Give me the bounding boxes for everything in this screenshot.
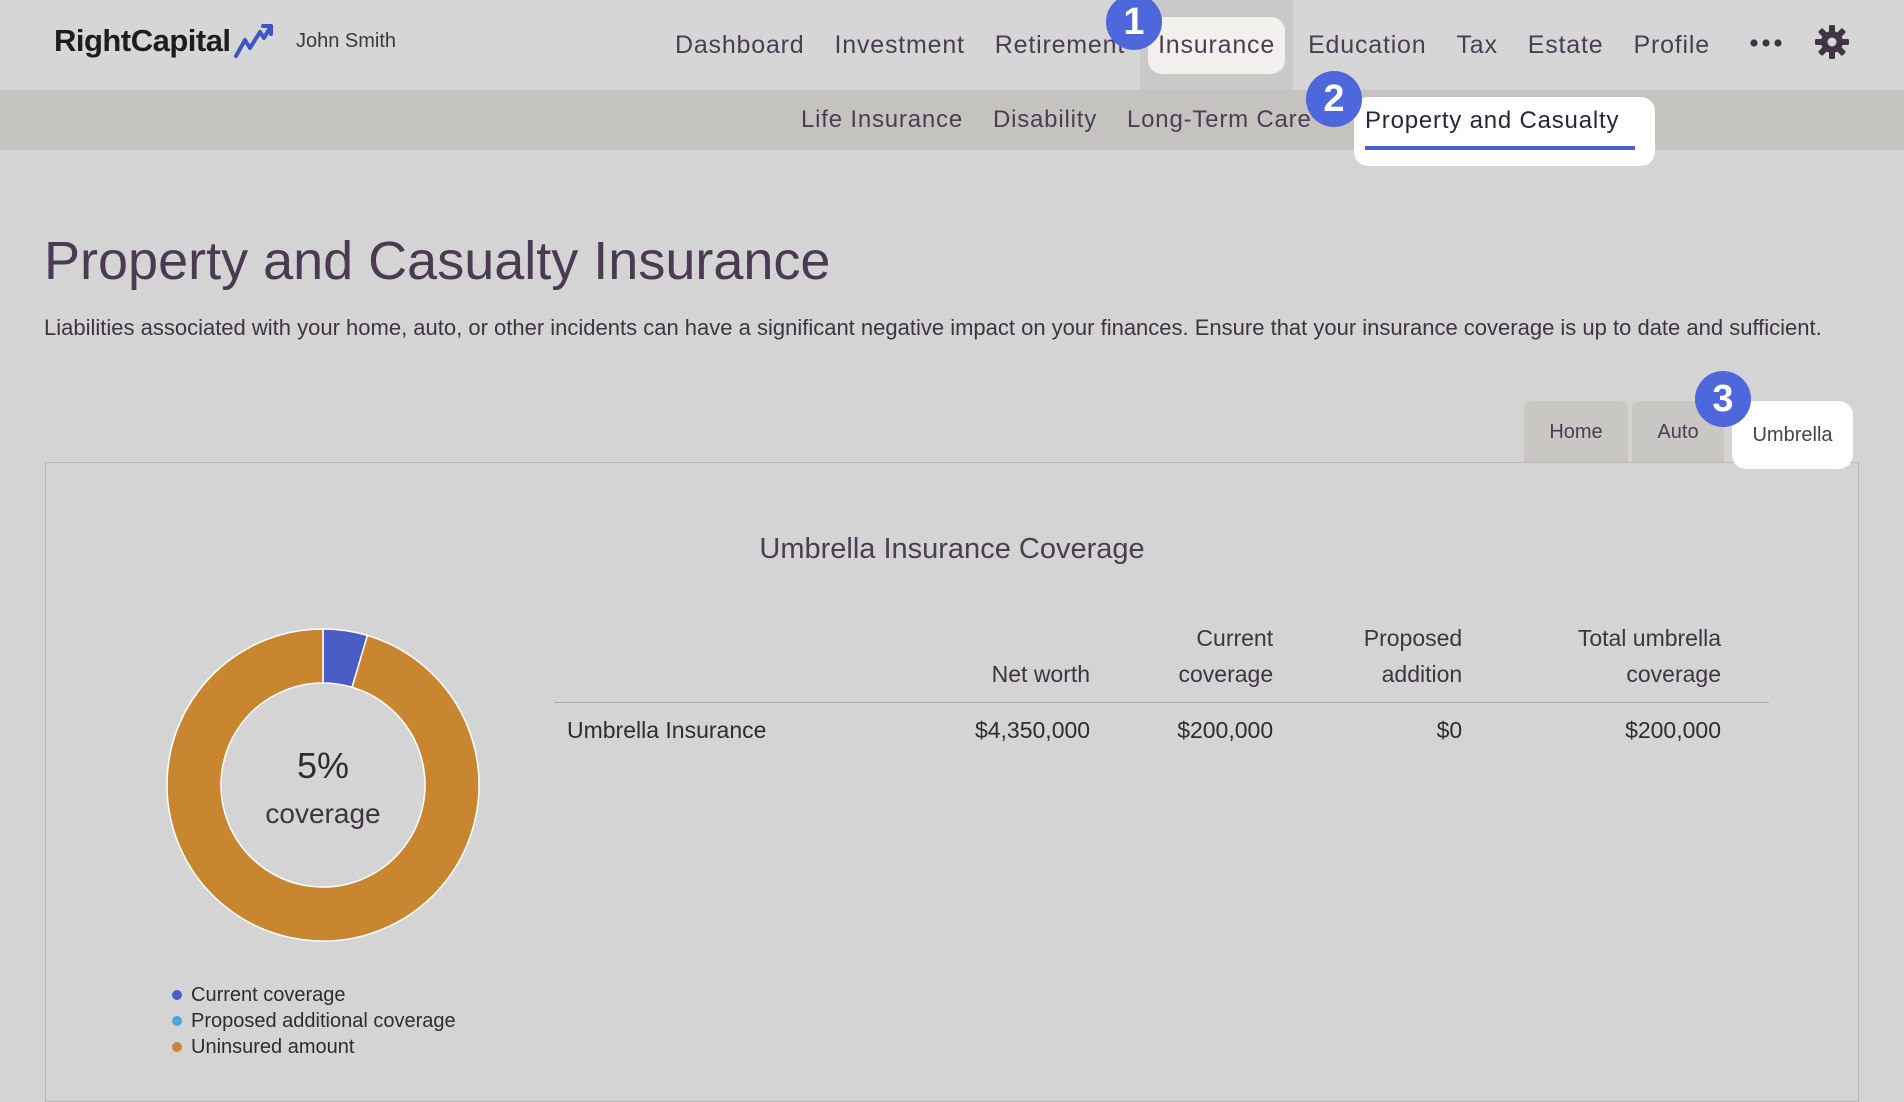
header-proposed-addition: Proposed addition — [1273, 620, 1463, 703]
nav-dashboard[interactable]: Dashboard — [660, 0, 820, 90]
legend-label: Uninsured amount — [191, 1036, 355, 1058]
subnav-property-casualty[interactable]: Property and Casualty — [1354, 97, 1655, 166]
legend-label: Proposed additional coverage — [191, 1010, 456, 1032]
subnav-long-term-care[interactable]: Long-Term Care — [1112, 106, 1327, 134]
coverage-donut-chart: 5% coverage — [166, 628, 480, 942]
legend-item: Proposed additional coverage — [172, 1008, 456, 1034]
legend-swatch — [172, 1016, 182, 1026]
user-name[interactable]: John Smith — [296, 30, 396, 53]
legend-swatch — [172, 1042, 182, 1052]
cell-current-coverage: $200,000 — [1177, 717, 1274, 743]
chart-legend: Current coverage Proposed additional cov… — [172, 982, 456, 1060]
nav-tax[interactable]: Tax — [1441, 0, 1512, 90]
donut-center-percent: 5% — [297, 745, 349, 786]
legend-item: Current coverage — [172, 982, 456, 1008]
logo-text: RightCapital — [54, 23, 231, 58]
header-current-coverage: Current coverage — [1090, 620, 1274, 703]
more-horizontal-icon[interactable] — [1748, 22, 1788, 62]
step-badge-2: 2 — [1306, 71, 1362, 127]
cell-net-worth: $4,350,000 — [974, 717, 1091, 743]
cell-total-coverage: $200,000 — [1625, 717, 1721, 743]
subnav-property-casualty-label: Property and Casualty — [1365, 107, 1620, 134]
cell-proposed-addition: $0 — [1436, 717, 1463, 743]
tab-home[interactable]: Home — [1524, 401, 1628, 463]
page-title: Property and Casualty Insurance — [44, 231, 831, 291]
legend-swatch — [172, 990, 182, 1000]
coverage-table: Net worth Current coverage Proposed additi… — [555, 620, 1769, 758]
table-header-row: Net worth Current coverage Proposed additi… — [555, 620, 1769, 703]
trend-arrow-icon — [233, 24, 273, 58]
page-description: Liabilities associated with your home, a… — [44, 315, 1822, 340]
gear-icon[interactable] — [1814, 24, 1850, 60]
sub-nav: Life Insurance Disability Long-Term Care — [786, 90, 1327, 150]
active-tab-underline — [1365, 146, 1635, 150]
table-row: Umbrella Insurance $4,350,000 $200,000 $… — [555, 703, 1769, 759]
tab-umbrella[interactable]: Umbrella — [1732, 401, 1853, 469]
coverage-title: Umbrella Insurance Coverage — [759, 533, 1145, 565]
subnav-life-insurance[interactable]: Life Insurance — [786, 106, 978, 134]
nav-profile[interactable]: Profile — [1618, 0, 1724, 90]
subnav-disability[interactable]: Disability — [978, 106, 1112, 134]
header-net-worth: Net worth — [888, 620, 1091, 703]
donut-center-label: coverage — [265, 798, 380, 829]
nav-insurance-label: Insurance — [1148, 16, 1286, 74]
cell-policy-name: Umbrella Insurance — [567, 717, 767, 743]
legend-item: Uninsured amount — [172, 1034, 456, 1060]
header-total-umbrella-coverage: Total umbrella coverage — [1462, 620, 1769, 703]
nav-investment[interactable]: Investment — [820, 0, 980, 90]
header-empty — [555, 620, 889, 703]
main-nav: Dashboard Investment Retirement Insuranc… — [660, 0, 1725, 90]
legend-label: Current coverage — [191, 984, 346, 1006]
app-logo[interactable]: RightCapital — [54, 22, 275, 60]
nav-insurance[interactable]: Insurance — [1140, 0, 1294, 90]
nav-estate[interactable]: Estate — [1513, 0, 1619, 90]
step-badge-3: 3 — [1695, 371, 1751, 427]
